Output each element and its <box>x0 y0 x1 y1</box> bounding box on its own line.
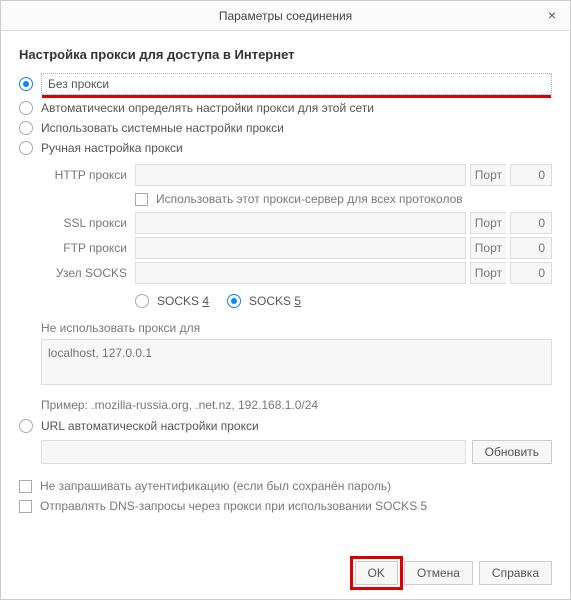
http-port-input[interactable] <box>510 164 552 186</box>
highlight-underline <box>42 95 551 98</box>
ftp-port-label: Порт <box>470 237 506 259</box>
radio-no-proxy-highlight: Без прокси <box>41 73 552 95</box>
use-for-all-row[interactable]: Использовать этот прокси-сервер для всех… <box>135 189 552 209</box>
radio-no-proxy[interactable] <box>19 77 33 91</box>
titlebar: Параметры соединения × <box>1 1 570 31</box>
radio-manual-label: Ручная настройка прокси <box>41 141 183 155</box>
radio-manual-row[interactable]: Ручная настройка прокси <box>19 138 552 158</box>
close-icon[interactable]: × <box>544 7 560 23</box>
http-host-input[interactable] <box>135 164 466 186</box>
connection-settings-dialog: Параметры соединения × Настройка прокси … <box>0 0 571 600</box>
no-proxy-for-label: Не использовать прокси для <box>41 321 552 335</box>
dns-socks5-checkbox[interactable] <box>19 500 32 513</box>
radio-system-label: Использовать системные настройки прокси <box>41 121 284 135</box>
radio-auto-detect-label: Автоматически определять настройки прокс… <box>41 101 374 115</box>
http-label: HTTP прокси <box>41 168 131 182</box>
no-auth-label: Не запрашивать аутентификацию (если был … <box>40 479 391 493</box>
radio-auto-detect-row[interactable]: Автоматически определять настройки прокс… <box>19 98 552 118</box>
ftp-label: FTP прокси <box>41 241 131 255</box>
radio-manual[interactable] <box>19 141 33 155</box>
no-proxy-example: Пример: .mozilla-russia.org, .net.nz, 19… <box>41 398 552 412</box>
radio-system-row[interactable]: Использовать системные настройки прокси <box>19 118 552 138</box>
radio-socks4[interactable] <box>135 294 149 308</box>
no-auth-checkbox[interactable] <box>19 480 32 493</box>
ftp-proxy-row: FTP прокси Порт <box>41 237 552 259</box>
radio-pac-row[interactable]: URL автоматической настройки прокси <box>19 416 552 436</box>
ssl-host-input[interactable] <box>135 212 466 234</box>
pac-url-input[interactable] <box>41 440 466 464</box>
radio-socks4-label: SOCKS 4 <box>157 294 209 308</box>
radio-socks5[interactable] <box>227 294 241 308</box>
socks-proxy-row: Узел SOCKS Порт <box>41 262 552 284</box>
radio-socks4-row[interactable]: SOCKS 4 <box>135 291 209 311</box>
dialog-footer: OK Отмена Справка <box>1 551 570 599</box>
radio-pac[interactable] <box>19 419 33 433</box>
http-port-label: Порт <box>470 164 506 186</box>
ssl-proxy-row: SSL прокси Порт <box>41 212 552 234</box>
section-heading: Настройка прокси для доступа в Интернет <box>19 47 552 62</box>
help-button[interactable]: Справка <box>479 561 552 585</box>
socks-host-input[interactable] <box>135 262 466 284</box>
radio-socks5-row[interactable]: SOCKS 5 <box>227 291 301 311</box>
dns-socks5-label: Отправлять DNS-запросы через прокси при … <box>40 499 427 513</box>
socks-label: Узел SOCKS <box>41 266 131 280</box>
radio-system[interactable] <box>19 121 33 135</box>
ftp-host-input[interactable] <box>135 237 466 259</box>
radio-auto-detect[interactable] <box>19 101 33 115</box>
radio-no-proxy-label: Без прокси <box>48 77 109 91</box>
ssl-label: SSL прокси <box>41 216 131 230</box>
ssl-port-input[interactable] <box>510 212 552 234</box>
radio-socks5-label: SOCKS 5 <box>249 294 301 308</box>
reload-button[interactable]: Обновить <box>472 440 552 464</box>
ftp-port-input[interactable] <box>510 237 552 259</box>
ok-button[interactable]: OK <box>355 561 398 585</box>
no-proxy-for-textarea[interactable] <box>41 339 552 385</box>
pac-input-row: Обновить <box>41 440 552 464</box>
socks-port-label: Порт <box>470 262 506 284</box>
dns-socks5-row[interactable]: Отправлять DNS-запросы через прокси при … <box>19 496 552 516</box>
manual-proxy-block: HTTP прокси Порт Использовать этот прокс… <box>41 164 552 412</box>
cancel-button[interactable]: Отмена <box>404 561 473 585</box>
dialog-title: Параметры соединения <box>219 9 352 23</box>
socks-port-input[interactable] <box>510 262 552 284</box>
use-for-all-label: Использовать этот прокси-сервер для всех… <box>156 192 463 206</box>
no-auth-row[interactable]: Не запрашивать аутентификацию (если был … <box>19 476 552 496</box>
radio-no-proxy-row[interactable]: Без прокси <box>19 70 552 98</box>
use-for-all-checkbox[interactable] <box>135 193 148 206</box>
http-proxy-row: HTTP прокси Порт <box>41 164 552 186</box>
dialog-content: Настройка прокси для доступа в Интернет … <box>1 31 570 551</box>
radio-pac-label: URL автоматической настройки прокси <box>41 419 259 433</box>
ssl-port-label: Порт <box>470 212 506 234</box>
socks-version-row: SOCKS 4 SOCKS 5 <box>135 287 552 315</box>
